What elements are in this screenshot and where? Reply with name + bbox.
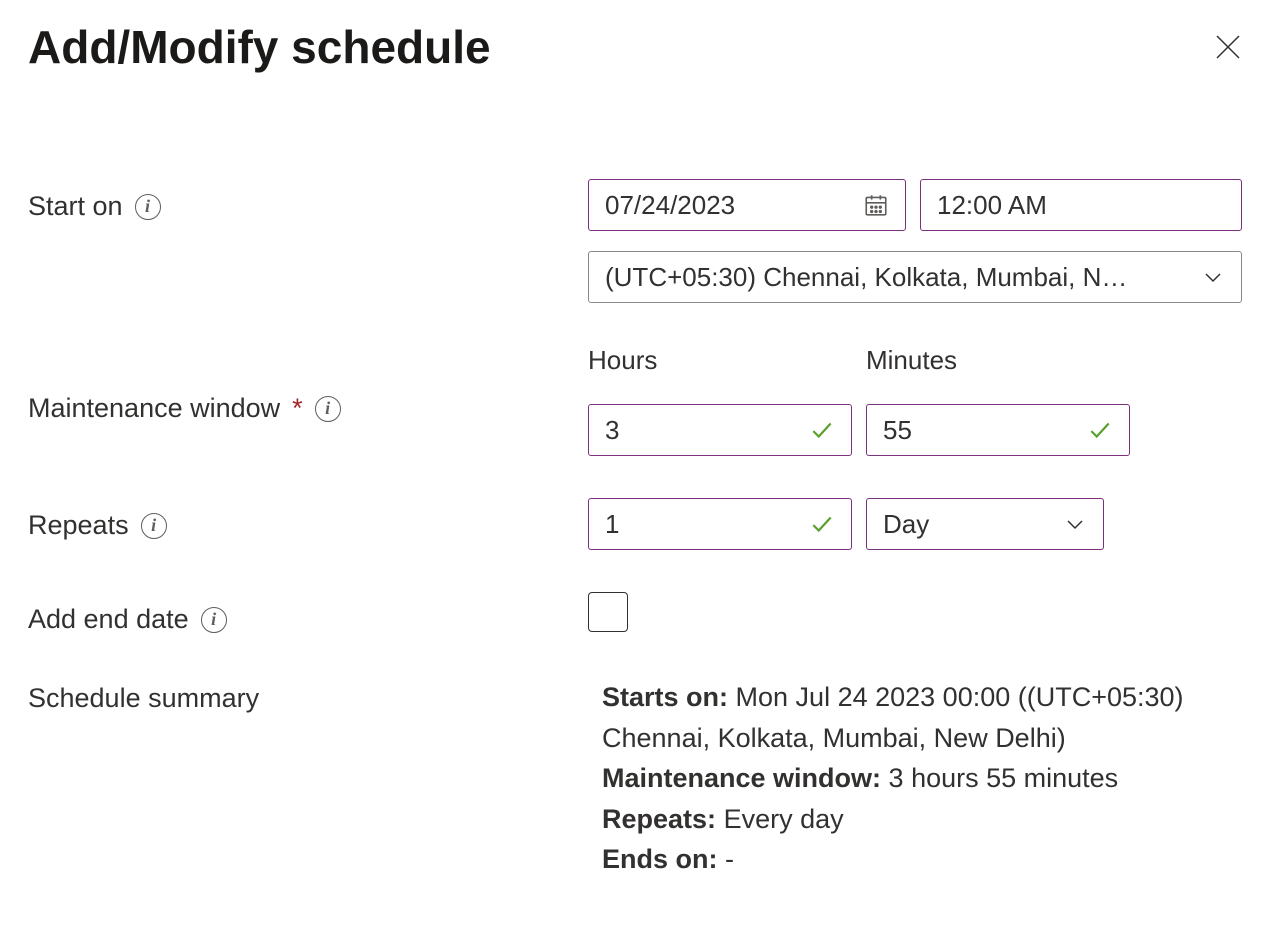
schedule-summary-label: Schedule summary bbox=[28, 683, 259, 714]
summary-mw-label: Maintenance window: bbox=[602, 763, 881, 793]
summary-repeats-label: Repeats: bbox=[602, 804, 716, 834]
repeat-unit-value: Day bbox=[883, 509, 929, 540]
repeat-count-input[interactable] bbox=[588, 498, 852, 550]
info-icon[interactable]: i bbox=[141, 513, 167, 539]
check-icon bbox=[1087, 417, 1113, 443]
start-time-input[interactable] bbox=[920, 179, 1242, 231]
summary-mw-value: 3 hours 55 minutes bbox=[889, 763, 1119, 793]
page-title: Add/Modify schedule bbox=[28, 20, 491, 74]
start-time-field[interactable] bbox=[937, 190, 1225, 221]
summary-ends-value: - bbox=[725, 844, 734, 874]
info-icon[interactable]: i bbox=[315, 396, 341, 422]
info-icon[interactable]: i bbox=[201, 607, 227, 633]
hours-label: Hours bbox=[588, 345, 852, 376]
hours-field[interactable] bbox=[605, 415, 797, 446]
chevron-down-icon bbox=[1063, 512, 1087, 536]
repeats-label: Repeats bbox=[28, 510, 129, 541]
minutes-label: Minutes bbox=[866, 345, 1130, 376]
hours-input[interactable] bbox=[588, 404, 852, 456]
close-icon bbox=[1214, 33, 1242, 61]
required-indicator: * bbox=[292, 393, 303, 424]
minutes-field[interactable] bbox=[883, 415, 1075, 446]
add-end-date-label: Add end date bbox=[28, 604, 189, 635]
check-icon bbox=[809, 511, 835, 537]
start-date-input[interactable] bbox=[588, 179, 906, 231]
start-on-label: Start on bbox=[28, 191, 123, 222]
calendar-icon bbox=[863, 192, 889, 218]
start-date-field[interactable] bbox=[605, 190, 851, 221]
timezone-value: (UTC+05:30) Chennai, Kolkata, Mumbai, N… bbox=[605, 262, 1189, 293]
info-icon[interactable]: i bbox=[135, 194, 161, 220]
add-end-date-checkbox[interactable] bbox=[588, 592, 628, 632]
repeat-unit-select[interactable]: Day bbox=[866, 498, 1104, 550]
minutes-input[interactable] bbox=[866, 404, 1130, 456]
schedule-summary: Starts on: Mon Jul 24 2023 00:00 ((UTC+0… bbox=[588, 677, 1244, 880]
summary-repeats-value: Every day bbox=[724, 804, 844, 834]
maintenance-window-label: Maintenance window bbox=[28, 393, 280, 424]
timezone-select[interactable]: (UTC+05:30) Chennai, Kolkata, Mumbai, N… bbox=[588, 251, 1242, 303]
check-icon bbox=[809, 417, 835, 443]
close-button[interactable] bbox=[1212, 31, 1244, 63]
repeat-count-field[interactable] bbox=[605, 509, 797, 540]
summary-starts-label: Starts on: bbox=[602, 682, 728, 712]
chevron-down-icon bbox=[1201, 265, 1225, 289]
summary-ends-label: Ends on: bbox=[602, 844, 718, 874]
